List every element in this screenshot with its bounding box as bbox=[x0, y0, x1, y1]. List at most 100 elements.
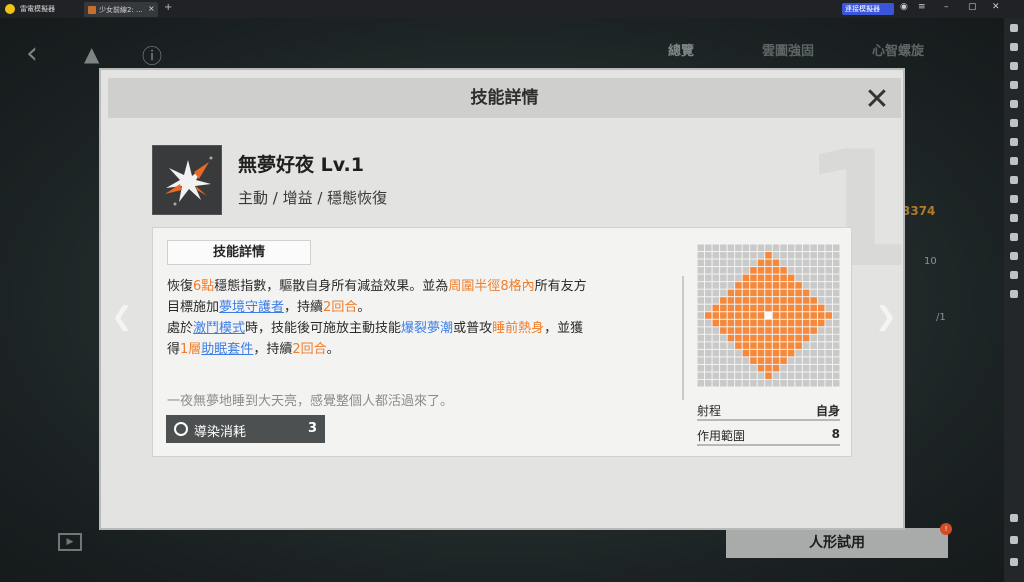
range-cell bbox=[705, 282, 712, 289]
range-cell bbox=[757, 372, 765, 379]
range-active-cell bbox=[787, 282, 795, 289]
range-active-cell bbox=[712, 304, 720, 312]
range-cell bbox=[802, 379, 810, 387]
range-active-cell bbox=[750, 297, 757, 304]
range-cell bbox=[832, 349, 840, 357]
close-icon[interactable]: ✕ bbox=[861, 84, 893, 116]
sidebar-apk-icon[interactable] bbox=[1010, 138, 1018, 146]
previous-skill-arrow-icon[interactable]: ❮ bbox=[111, 302, 133, 332]
range-cell bbox=[795, 252, 802, 259]
cost-label: 導染消耗 bbox=[194, 425, 247, 440]
range-cell bbox=[810, 357, 817, 364]
range-active-cell bbox=[742, 289, 750, 297]
sidebar-volume-down-icon[interactable] bbox=[1010, 81, 1018, 89]
tab-game[interactable]: 少女前線2: ... × bbox=[84, 2, 158, 17]
range-active-cell bbox=[787, 342, 795, 349]
range-cell bbox=[720, 259, 727, 267]
range-cell bbox=[697, 274, 705, 282]
sidebar-folder-icon[interactable] bbox=[1010, 252, 1018, 260]
next-skill-arrow-icon[interactable]: ❯ bbox=[875, 302, 897, 332]
sidebar-recent-icon[interactable] bbox=[1010, 558, 1018, 566]
keyword-link[interactable]: 夢境守護者 bbox=[219, 300, 284, 315]
range-cell bbox=[832, 342, 840, 349]
range-cell bbox=[742, 252, 750, 259]
tab-overview[interactable]: 總覽 bbox=[668, 40, 694, 59]
keyword-link[interactable]: 激鬥模式 bbox=[193, 321, 245, 336]
close-window-icon[interactable]: ✕ bbox=[992, 2, 1000, 12]
back-arrow-icon[interactable]: ‹ bbox=[26, 36, 38, 71]
sidebar-volume-up-icon[interactable] bbox=[1010, 62, 1018, 70]
sidebar-screenshot-icon[interactable] bbox=[1010, 100, 1018, 108]
range-active-cell bbox=[742, 342, 750, 349]
range-active-cell bbox=[795, 289, 802, 297]
range-active-cell bbox=[742, 349, 750, 357]
drive-icon[interactable]: ▲ bbox=[84, 42, 99, 66]
tab-skill-detail[interactable]: 技能詳情 bbox=[167, 240, 311, 265]
range-cell bbox=[727, 282, 735, 289]
range-cell bbox=[727, 349, 735, 357]
menu-icon[interactable]: ≡ bbox=[918, 2, 926, 12]
range-cell bbox=[832, 297, 840, 304]
close-tab-icon[interactable]: × bbox=[148, 4, 155, 13]
range-cell bbox=[742, 379, 750, 387]
connect-emulator-button[interactable]: 連接模擬器 bbox=[842, 3, 894, 15]
range-active-cell bbox=[802, 304, 810, 312]
range-cell bbox=[810, 342, 817, 349]
description-scrollbar[interactable] bbox=[682, 276, 684, 400]
range-active-cell bbox=[795, 304, 802, 312]
sidebar-location-icon[interactable] bbox=[1010, 271, 1018, 279]
range-active-cell bbox=[757, 289, 765, 297]
sidebar-more-icon[interactable] bbox=[1010, 290, 1018, 298]
range-cell bbox=[795, 357, 802, 364]
maximize-icon[interactable]: ▢ bbox=[968, 2, 977, 12]
range-cell bbox=[705, 342, 712, 349]
range-cell bbox=[787, 244, 795, 252]
sidebar-back-icon[interactable] bbox=[1010, 514, 1018, 522]
tab-mind-spiral[interactable]: 心智螺旋 bbox=[872, 40, 924, 59]
info-icon[interactable]: ⓘ bbox=[142, 40, 162, 69]
range-cell bbox=[817, 244, 825, 252]
range-cell bbox=[825, 289, 832, 297]
range-active-cell bbox=[780, 304, 787, 312]
sidebar-multi-icon[interactable] bbox=[1010, 233, 1018, 241]
sidebar-keyboard-icon[interactable] bbox=[1010, 43, 1018, 51]
new-tab-icon[interactable]: + bbox=[164, 2, 172, 13]
range-active-cell bbox=[757, 349, 765, 357]
range-cell bbox=[720, 282, 727, 289]
minimize-icon[interactable]: – bbox=[944, 2, 949, 12]
play-video-icon[interactable]: ▶ bbox=[58, 533, 82, 551]
range-cell bbox=[750, 379, 757, 387]
sidebar-gamepad-icon[interactable] bbox=[1010, 119, 1018, 127]
sidebar-record-icon[interactable] bbox=[1010, 157, 1018, 165]
range-active-cell bbox=[780, 342, 787, 349]
range-cell bbox=[787, 259, 795, 267]
range-cell bbox=[817, 342, 825, 349]
range-cell bbox=[712, 259, 720, 267]
range-active-cell bbox=[757, 319, 765, 327]
range-active-cell bbox=[810, 327, 817, 334]
sidebar-settings-icon[interactable] bbox=[1010, 24, 1018, 32]
range-active-cell bbox=[802, 327, 810, 334]
trial-button[interactable]: 人形試用 bbox=[726, 528, 948, 558]
skill-tags: 主動 / 增益 / 穩態恢復 bbox=[238, 189, 388, 207]
sidebar-home-icon[interactable] bbox=[1010, 536, 1018, 544]
account-icon[interactable]: ◉ bbox=[900, 2, 908, 12]
range-cell bbox=[817, 259, 825, 267]
range-active-cell bbox=[787, 319, 795, 327]
sidebar-sync-icon[interactable] bbox=[1010, 214, 1018, 222]
range-cell bbox=[735, 267, 742, 274]
range-grid bbox=[697, 244, 840, 387]
range-cell bbox=[735, 274, 742, 282]
range-active-cell bbox=[817, 304, 825, 312]
range-cell bbox=[825, 364, 832, 372]
sidebar-video-icon[interactable] bbox=[1010, 195, 1018, 203]
cost-panel: 導染消耗 3 bbox=[166, 415, 325, 443]
range-cell bbox=[787, 357, 795, 364]
keyword-link[interactable]: 助眠套件 bbox=[201, 342, 253, 357]
tab-cloud-strengthen[interactable]: 雲圖強固 bbox=[762, 40, 814, 59]
range-cell bbox=[795, 267, 802, 274]
sidebar-scissors-icon[interactable] bbox=[1010, 176, 1018, 184]
range-cell bbox=[720, 357, 727, 364]
range-active-cell bbox=[772, 327, 780, 334]
range-cell bbox=[720, 252, 727, 259]
